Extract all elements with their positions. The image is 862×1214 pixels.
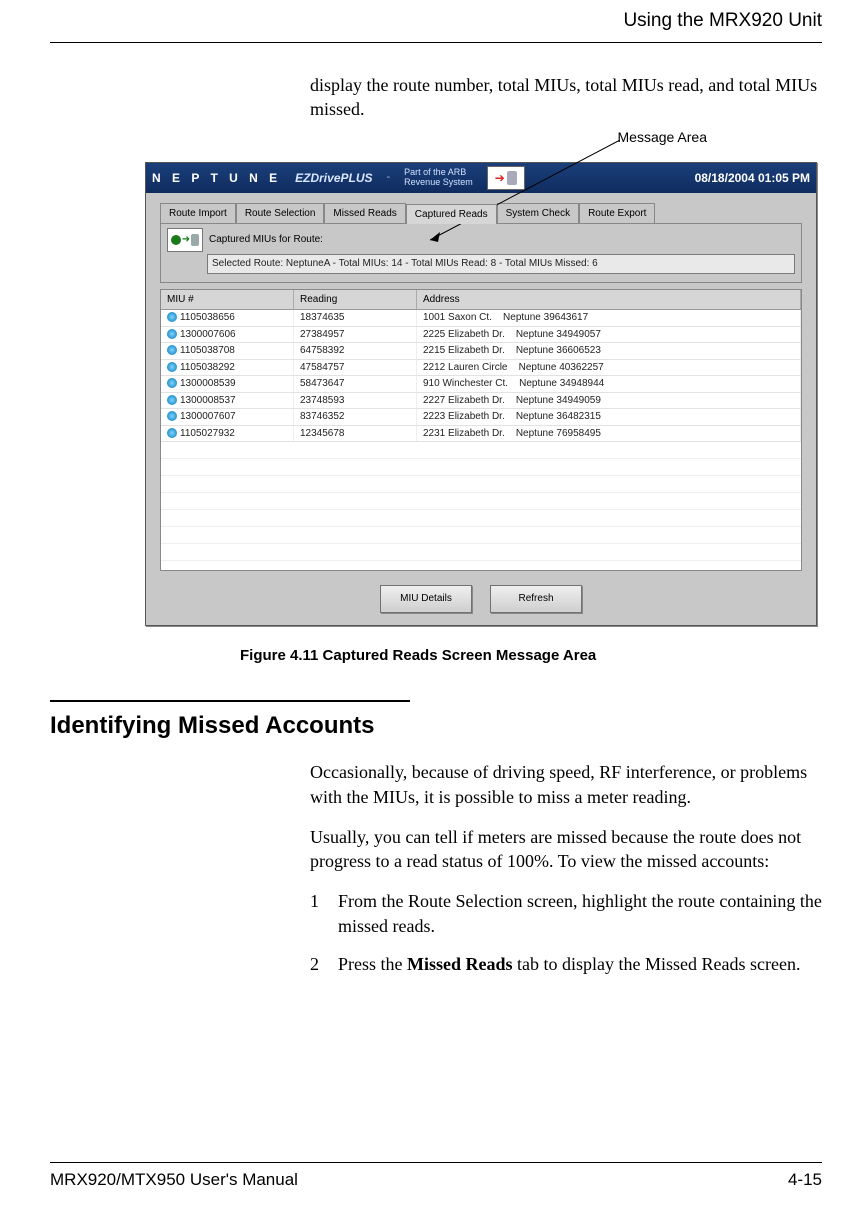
grid-header: MIU # Reading Address: [161, 290, 801, 311]
table-row[interactable]: 130000853958473647910 Winchester Ct. Nep…: [161, 376, 801, 393]
paragraph-2: Usually, you can tell if meters are miss…: [310, 825, 822, 874]
client-area: Route Import Route Selection Missed Read…: [146, 193, 816, 625]
footer-right: 4-15: [788, 1169, 822, 1192]
brand-text: N E P T U N E: [152, 170, 281, 186]
grid-body: 1105038656183746351001 Saxon Ct. Neptune…: [161, 310, 801, 571]
table-row[interactable]: 1105038292475847572212 Lauren Circle Nep…: [161, 360, 801, 377]
title-bar: N E P T U N E EZDrivePLUS - Part of the …: [146, 163, 816, 193]
tab-route-import[interactable]: Route Import: [160, 203, 236, 224]
figure-caption: Figure 4.11 Captured Reads Screen Messag…: [240, 646, 822, 666]
intro-paragraph: display the route number, total MIUs, to…: [310, 73, 822, 122]
col-reading[interactable]: Reading: [294, 290, 417, 310]
col-miu[interactable]: MIU #: [161, 290, 294, 310]
message-area: ➜ Captured MIUs for Route: Selected Rout…: [160, 223, 802, 283]
table-row[interactable]: 1105038708647583922215 Elizabeth Dr. Nep…: [161, 343, 801, 360]
section-heading: Identifying Missed Accounts: [50, 710, 822, 742]
product-name: EZDrivePLUS: [295, 170, 372, 186]
tab-missed-reads[interactable]: Missed Reads: [324, 203, 405, 224]
tab-route-export[interactable]: Route Export: [579, 203, 655, 224]
step-1: 1 From the Route Selection screen, highl…: [310, 889, 822, 938]
table-row[interactable]: 1105038656183746351001 Saxon Ct. Neptune…: [161, 310, 801, 327]
table-row[interactable]: 1300007606273849572225 Elizabeth Dr. Nep…: [161, 327, 801, 344]
datetime-display: 08/18/2004 01:05 PM: [695, 170, 810, 186]
table-row[interactable]: 1105027932123456782231 Elizabeth Dr. Nep…: [161, 426, 801, 443]
page-header: Using the MRX920 Unit: [50, 8, 822, 43]
table-row[interactable]: 1300008537237485932227 Elizabeth Dr. Nep…: [161, 393, 801, 410]
header-title: Using the MRX920 Unit: [623, 8, 822, 34]
table-row[interactable]: 1300007607837463522223 Elizabeth Dr. Nep…: [161, 409, 801, 426]
miu-details-button[interactable]: MIU Details: [380, 585, 472, 613]
button-bar: MIU Details Refresh: [160, 585, 802, 613]
paragraph-1: Occasionally, because of driving speed, …: [310, 760, 822, 809]
message-label: Captured MIUs for Route:: [209, 233, 323, 247]
step-2: 2 Press the Missed Reads tab to display …: [310, 952, 822, 976]
page-footer: MRX920/MTX950 User's Manual 4-15: [50, 1162, 822, 1192]
tab-captured-reads[interactable]: Captured Reads: [406, 204, 497, 225]
tagline: Part of the ARB Revenue System: [404, 168, 473, 187]
steps-list: 1 From the Route Selection screen, highl…: [310, 889, 822, 976]
footer-left: MRX920/MTX950 User's Manual: [50, 1169, 298, 1192]
transfer-icon: ➔: [487, 166, 525, 190]
callout: Message Area: [50, 128, 822, 154]
message-value: Selected Route: NeptuneA - Total MIUs: 1…: [207, 254, 795, 274]
callout-label: Message Area: [618, 128, 708, 147]
tab-strip: Route Import Route Selection Missed Read…: [160, 203, 802, 224]
section-rule: [50, 700, 410, 702]
tab-system-check[interactable]: System Check: [497, 203, 579, 224]
capture-icon: ➜: [167, 228, 203, 252]
refresh-button[interactable]: Refresh: [490, 585, 582, 613]
data-grid[interactable]: MIU # Reading Address 110503865618374635…: [160, 289, 802, 571]
col-address[interactable]: Address: [417, 290, 801, 310]
tab-route-selection[interactable]: Route Selection: [236, 203, 325, 224]
body-text: Occasionally, because of driving speed, …: [310, 760, 822, 873]
app-screenshot: N E P T U N E EZDrivePLUS - Part of the …: [145, 162, 817, 626]
